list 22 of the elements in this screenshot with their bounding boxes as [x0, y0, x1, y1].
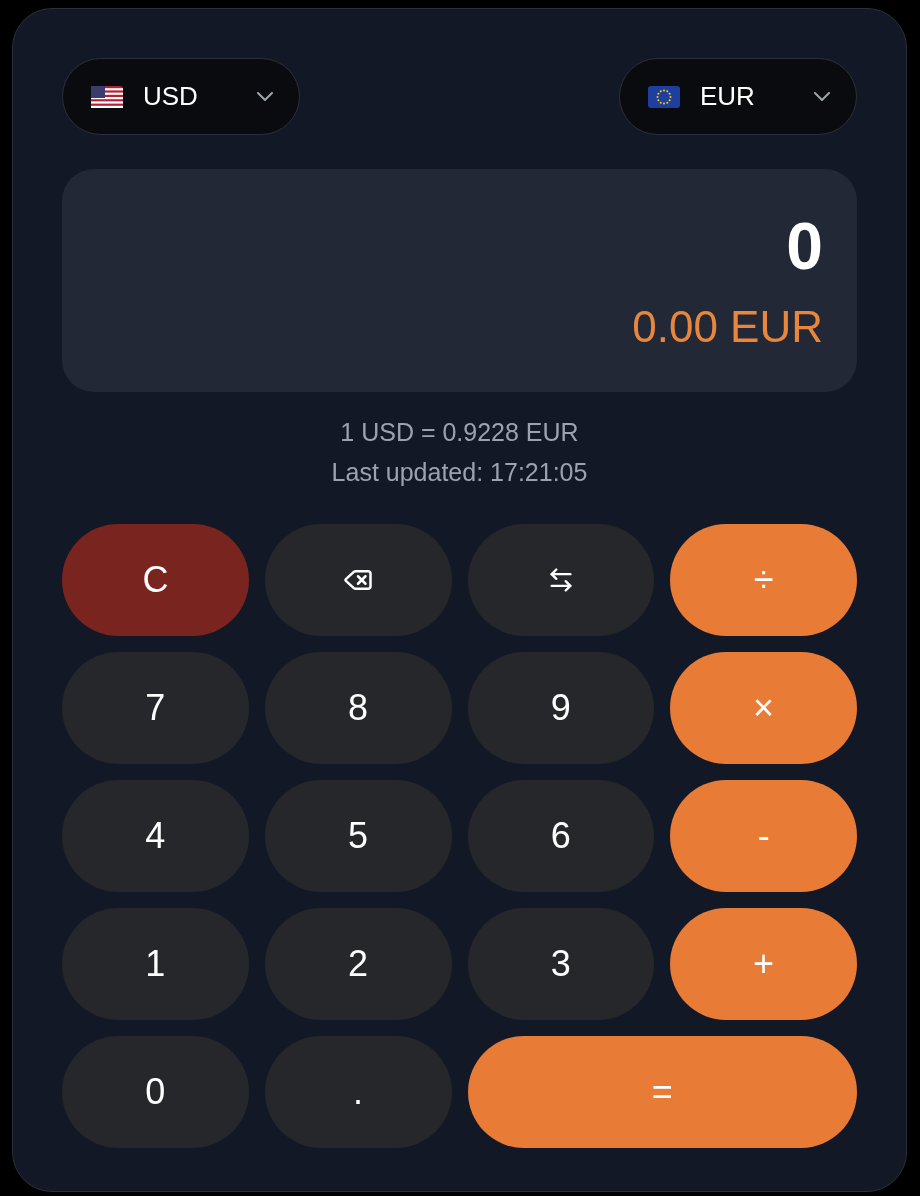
digit-key[interactable]: 0: [62, 1036, 249, 1148]
input-value: 0: [786, 212, 823, 279]
digit-key[interactable]: 3: [467, 908, 655, 1020]
digit-key[interactable]: 4: [62, 780, 249, 892]
digit-key[interactable]: 5: [264, 780, 452, 892]
digit-key[interactable]: 6: [467, 780, 655, 892]
chevron-down-icon: [257, 92, 273, 101]
us-flag-icon: [91, 85, 123, 108]
currency-select[interactable]: EUR: [619, 58, 857, 135]
digit-key[interactable]: 9: [467, 652, 655, 764]
chevron-down-icon: [814, 92, 830, 101]
digit-key[interactable]: 8: [264, 652, 452, 764]
clear-key[interactable]: C: [62, 524, 249, 636]
exchange-rate: 1 USD = 0.9228 EUR: [340, 417, 579, 448]
digit-key[interactable]: 1: [62, 908, 249, 1020]
eu-flag-icon: [648, 85, 680, 108]
digit-key[interactable]: 7: [62, 652, 249, 764]
converted-value: 0.00 EUR: [632, 304, 823, 349]
digit-key[interactable]: .: [264, 1036, 452, 1148]
currency-select[interactable]: USD: [62, 58, 300, 135]
digit-key[interactable]: 2: [264, 908, 452, 1020]
last-updated: Last updated: 17:21:05: [331, 457, 588, 488]
